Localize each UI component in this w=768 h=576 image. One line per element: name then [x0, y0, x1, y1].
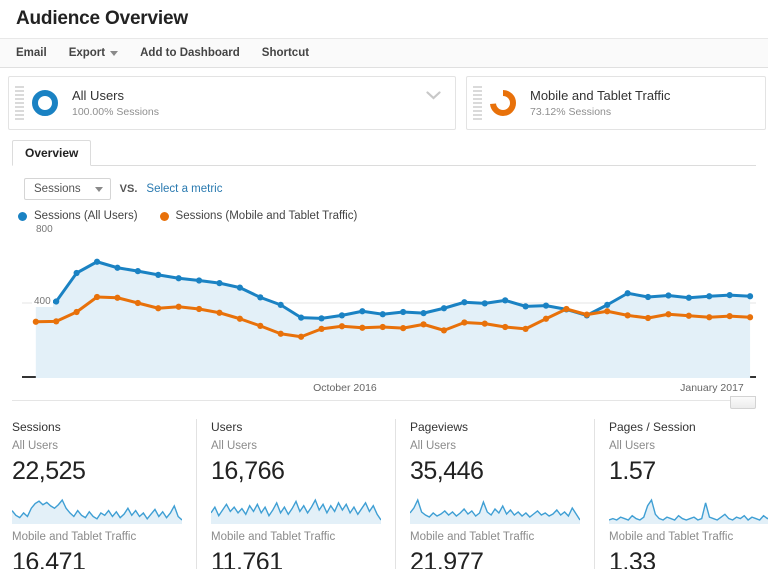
legend-label: Sessions (All Users) [34, 210, 138, 222]
metric-summary-cards: Sessions All Users 22,525 Mobile and Tablet… [0, 419, 768, 569]
export-label: Export [68, 47, 106, 59]
legend-color-dot-orange [159, 211, 169, 221]
metric-card: Sessions All Users 22,525 Mobile and Tablet… [12, 419, 197, 569]
metric-card-sparkline [12, 492, 182, 524]
segment-percent: 73.12% Sessions [530, 105, 612, 118]
metric-card-sparkline [211, 492, 381, 524]
metric-card-secondary-value: 16,471 [12, 548, 86, 569]
segment-donut-icon [30, 88, 60, 118]
chart-legend: Sessions (All Users) Sessions (Mobile an… [12, 210, 756, 228]
metric-card-title: Pageviews [410, 420, 469, 434]
x-axis-tick-october-2016: October 2016 [313, 382, 377, 394]
legend-item-all-users[interactable]: Sessions (All Users) [18, 210, 138, 222]
chart-divider [12, 400, 756, 401]
metric-card-primary-segment: All Users [410, 440, 457, 452]
metric-card-secondary-value: 21,977 [410, 548, 484, 569]
metric-card: Pages / Session All Users 1.57 Mobile and T… [609, 419, 768, 569]
add-to-dashboard-button[interactable]: Add to Dashboard [140, 47, 240, 59]
drag-handle-icon[interactable] [15, 86, 24, 120]
metric-card-primary-value: 16,766 [211, 457, 285, 485]
legend-label: Sessions (Mobile and Tablet Traffic) [175, 210, 358, 222]
drag-handle-icon[interactable] [473, 86, 482, 120]
metric-card-secondary-value: 1.33 [609, 548, 656, 569]
sessions-line-chart [22, 258, 756, 378]
y-axis-tick-400: 400 [32, 296, 53, 307]
shortcut-label: Shortcut [261, 47, 310, 59]
chevron-down-icon [94, 186, 103, 192]
legend-color-dot-blue [18, 211, 27, 221]
metric-card-sparkline [609, 492, 768, 524]
metric-card-primary-segment: All Users [609, 440, 656, 452]
chart-x-axis: October 2016 January 2017 [22, 378, 756, 400]
metric-selector-row: Sessions VS. Select a metric [0, 166, 768, 200]
legend-item-mobile-and-tablet-traffic[interactable]: Sessions (Mobile and Tablet Traffic) [159, 210, 358, 222]
segment-card-all-users[interactable]: All Users 100.00% Sessions [8, 76, 456, 130]
tab-overview[interactable]: Overview [12, 140, 92, 166]
tab-strip: Overview [12, 140, 756, 166]
metric-card-secondary-segment: Mobile and Tablet Traffic [609, 531, 734, 543]
y-axis-tick-800: 800 [36, 224, 53, 235]
tab-overview-label: Overview [25, 146, 79, 160]
chart-plot-area[interactable]: 800 400 [22, 224, 756, 378]
segment-donut-icon [488, 88, 518, 118]
metric-card-primary-segment: All Users [211, 440, 258, 452]
export-button[interactable]: Export [68, 47, 119, 59]
x-axis-tick-january-2017: January 2017 [680, 382, 744, 394]
metric-card-secondary-segment: Mobile and Tablet Traffic [12, 531, 137, 543]
sessions-chart-panel: Sessions (All Users) Sessions (Mobile an… [12, 210, 756, 409]
metric-card-secondary-segment: Mobile and Tablet Traffic [410, 531, 535, 543]
metric-card-primary-value: 1.57 [609, 457, 656, 485]
add-to-dashboard-label: Add to Dashboard [140, 47, 240, 59]
metric-card-primary-segment: All Users [12, 440, 59, 452]
segment-card-mobile-and-tablet-traffic[interactable]: Mobile and Tablet Traffic 73.12% Session… [466, 76, 766, 130]
metric-card-secondary-segment: Mobile and Tablet Traffic [211, 531, 336, 543]
vs-label: VS. [119, 183, 138, 195]
segment-percent: 100.00% Sessions [72, 105, 159, 118]
email-button[interactable]: Email [16, 47, 47, 59]
metric-card: Users All Users 16,766 Mobile and Tablet Tr… [211, 419, 396, 569]
chevron-down-icon [110, 50, 119, 56]
shortcut-button[interactable]: Shortcut [262, 47, 309, 59]
email-label: Email [16, 47, 47, 59]
segment-bar: All Users 100.00% Sessions Mobile and Ta… [0, 68, 768, 136]
metric-select-sessions[interactable]: Sessions [24, 178, 111, 200]
action-bar: Email Export Add to Dashboard Shortcut [0, 38, 768, 68]
metric-card-secondary-value: 11,761 [211, 548, 283, 569]
metric-card-primary-value: 35,446 [410, 457, 484, 485]
metric-select-value: Sessions [34, 183, 81, 195]
metric-card-primary-value: 22,525 [12, 457, 86, 485]
metric-card: Pageviews All Users 35,446 Mobile and Table… [410, 419, 595, 569]
metric-card-title: Users [211, 420, 243, 434]
segment-name: All Users [72, 87, 125, 103]
chart-resize-handle[interactable] [730, 396, 756, 409]
segment-name: Mobile and Tablet Traffic [530, 87, 671, 103]
chevron-down-icon[interactable] [426, 91, 441, 100]
select-a-metric-link[interactable]: Select a metric [146, 183, 222, 195]
metric-card-title: Pages / Session [609, 420, 696, 434]
page-title: Audience Overview [16, 8, 188, 29]
metric-card-sparkline [410, 492, 580, 524]
page-header: Audience Overview [0, 0, 768, 38]
metric-card-title: Sessions [12, 420, 61, 434]
